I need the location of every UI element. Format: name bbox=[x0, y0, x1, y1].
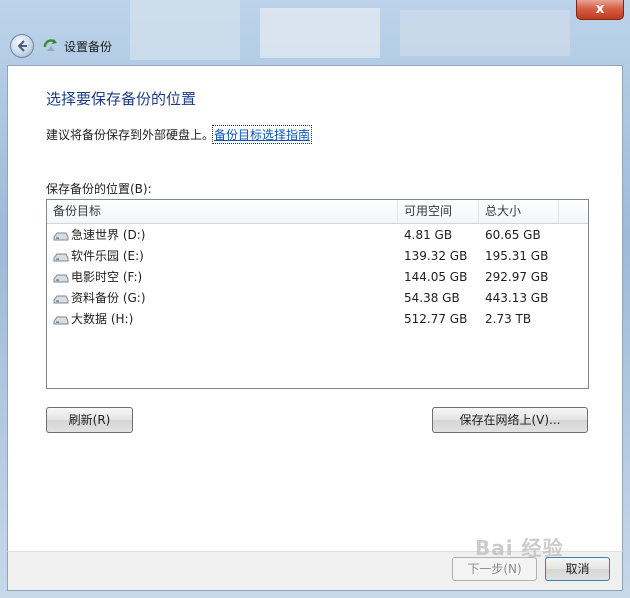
free-space-cell: 512.77 GB bbox=[404, 312, 468, 326]
drive-name: 急速世界 (D:) bbox=[71, 228, 146, 242]
drive-name-cell: 资料备份 (G:) bbox=[53, 288, 146, 309]
column-header-filler bbox=[559, 200, 588, 223]
drive-name: 资料备份 (G:) bbox=[71, 291, 146, 305]
column-header-size[interactable]: 总大小 bbox=[479, 200, 559, 223]
table-row[interactable]: 大数据 (H:) 512.77 GB 2.73 TB bbox=[47, 309, 588, 330]
page-heading: 选择要保存备份的位置 bbox=[46, 90, 197, 108]
table-row[interactable]: 资料备份 (G:) 54.38 GB 443.13 GB bbox=[47, 288, 588, 309]
drive-name: 电影时空 (F:) bbox=[71, 270, 143, 284]
drive-name-cell: 软件乐园 (E:) bbox=[53, 246, 144, 267]
back-arrow-icon bbox=[17, 40, 27, 52]
drive-name-cell: 急速世界 (D:) bbox=[53, 225, 145, 246]
cancel-button[interactable]: 取消 bbox=[545, 557, 610, 581]
total-size-cell: 195.31 GB bbox=[485, 249, 549, 263]
background-blur bbox=[130, 0, 240, 60]
location-label: 保存备份的位置(B): bbox=[46, 182, 152, 196]
total-size-cell: 60.65 GB bbox=[485, 228, 541, 242]
drive-name: 软件乐园 (E:) bbox=[71, 249, 144, 263]
drive-icon bbox=[53, 295, 69, 303]
total-size-cell: 292.97 GB bbox=[485, 270, 549, 284]
list-header: 备份目标 可用空间 总大小 bbox=[47, 200, 588, 224]
column-header-free[interactable]: 可用空间 bbox=[398, 200, 479, 223]
background-blur bbox=[400, 10, 570, 56]
free-space-cell: 139.32 GB bbox=[404, 249, 468, 263]
backup-target-list[interactable]: 备份目标 可用空间 总大小 急速世界 (D:) 4.81 GB 60.65 GB… bbox=[46, 199, 589, 389]
total-size-cell: 443.13 GB bbox=[485, 291, 549, 305]
drive-icon bbox=[53, 274, 69, 282]
table-row[interactable]: 急速世界 (D:) 4.81 GB 60.65 GB bbox=[47, 225, 588, 246]
drive-icon bbox=[53, 253, 69, 261]
free-space-cell: 54.38 GB bbox=[404, 291, 460, 305]
save-on-network-button[interactable]: 保存在网络上(V)... bbox=[432, 407, 588, 433]
close-button[interactable]: x bbox=[576, 0, 624, 20]
drive-name-cell: 电影时空 (F:) bbox=[53, 267, 142, 288]
background-blur bbox=[260, 8, 380, 58]
total-size-cell: 2.73 TB bbox=[485, 312, 532, 326]
advice-text: 建议将备份保存到外部硬盘上。 bbox=[46, 128, 215, 142]
table-row[interactable]: 软件乐园 (E:) 139.32 GB 195.31 GB bbox=[47, 246, 588, 267]
free-space-cell: 4.81 GB bbox=[404, 228, 453, 242]
refresh-button[interactable]: 刷新(R) bbox=[46, 407, 133, 433]
table-row[interactable]: 电影时空 (F:) 144.05 GB 292.97 GB bbox=[47, 267, 588, 288]
drive-name: 大数据 (H:) bbox=[71, 312, 134, 326]
free-space-cell: 144.05 GB bbox=[404, 270, 468, 284]
window-title: 设置备份 bbox=[64, 40, 113, 54]
column-header-target[interactable]: 备份目标 bbox=[47, 200, 398, 223]
next-button[interactable]: 下一步(N) bbox=[452, 557, 537, 581]
drive-icon bbox=[53, 232, 69, 240]
guide-link[interactable]: 备份目标选择指南 bbox=[211, 125, 313, 144]
drive-icon bbox=[53, 316, 69, 324]
backup-icon bbox=[43, 39, 57, 51]
drive-name-cell: 大数据 (H:) bbox=[53, 309, 133, 330]
back-button[interactable] bbox=[10, 34, 34, 58]
